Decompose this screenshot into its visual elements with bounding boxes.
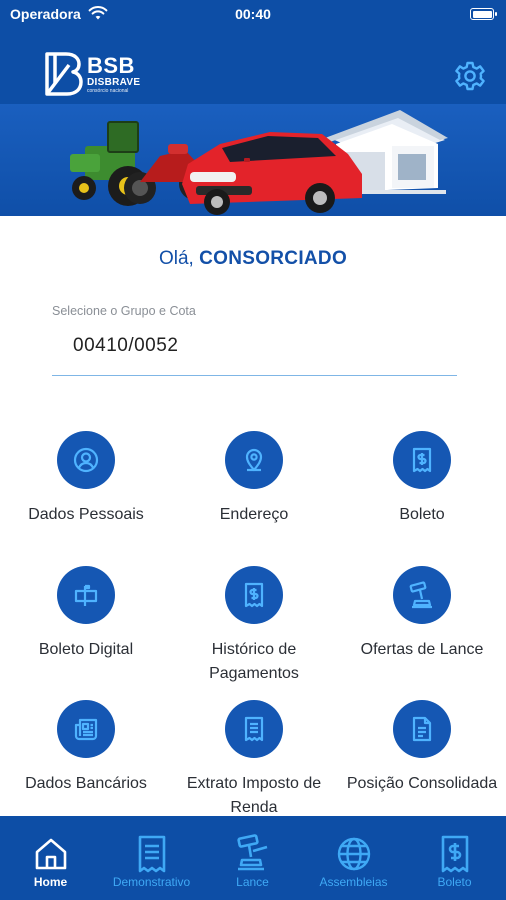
- tab-boleto[interactable]: Boleto: [404, 816, 505, 900]
- menu-item-dados-bancarios[interactable]: Dados Bancários: [2, 700, 170, 796]
- location-pin-icon: [225, 431, 283, 489]
- menu-item-endereco[interactable]: Endereço: [170, 431, 338, 527]
- greeting: Olá, CONSORCIADO: [0, 248, 506, 270]
- bottom-tab-bar: Home Demonstrativo Lance Assembleias Bol…: [0, 816, 506, 900]
- tab-label: Lance: [236, 875, 269, 889]
- group-quota-value[interactable]: 00410/0052: [73, 335, 457, 357]
- menu-item-label: Endereço: [219, 506, 289, 523]
- settings-button[interactable]: [454, 60, 486, 92]
- document-icon: [101, 832, 202, 876]
- menu-item-label: Ofertas de Lance: [360, 641, 484, 658]
- menu-item-label: Histórico de Pagamentos: [209, 641, 299, 682]
- tab-label: Assembleias: [319, 875, 388, 889]
- tab-label: Boleto: [437, 875, 472, 889]
- menu-item-extrato-imposto-renda[interactable]: Extrato Imposto de Renda: [170, 700, 338, 820]
- tab-label: Home: [33, 875, 68, 889]
- gavel-icon: [393, 566, 451, 624]
- tab-home[interactable]: Home: [0, 816, 101, 900]
- tab-assembleias[interactable]: Assembleias: [303, 816, 404, 900]
- document-icon: [225, 700, 283, 758]
- carrier-label: Operadora: [10, 6, 81, 22]
- menu-item-label: Extrato Imposto de Renda: [186, 775, 322, 816]
- menu-item-label: Dados Pessoais: [28, 506, 144, 523]
- file-text-icon: [393, 700, 451, 758]
- status-bar: Operadora 00:40: [0, 0, 506, 30]
- menu-item-boleto[interactable]: Boleto: [338, 431, 506, 527]
- menu-item-label: Boleto Digital: [38, 641, 134, 658]
- vehicles-banner-illustration: [70, 110, 448, 215]
- battery-fill: [472, 10, 492, 18]
- menu-item-historico-pagamentos[interactable]: Histórico de Pagamentos: [170, 566, 338, 686]
- logo-text: BSB: [87, 52, 135, 78]
- menu-item-posicao-consolidada[interactable]: Posição Consolidada: [338, 700, 506, 796]
- greeting-prefix: Olá,: [158, 248, 194, 269]
- menu-item-label: Boleto: [399, 506, 445, 523]
- gavel-icon: [202, 832, 303, 876]
- globe-icon: [303, 832, 404, 876]
- tab-demonstrativo[interactable]: Demonstrativo: [101, 816, 202, 900]
- hero-banner: [0, 104, 506, 216]
- battery-icon: [470, 8, 497, 20]
- receipt-dollar-icon: [393, 431, 451, 489]
- home-icon: [0, 832, 101, 876]
- gear-icon: [455, 61, 485, 91]
- logo-tagline: consórcio nacional: [87, 87, 129, 94]
- logo-subtext: DISBRAVE: [87, 76, 141, 88]
- mailbox-icon: [57, 566, 115, 624]
- newspaper-icon: [57, 700, 115, 758]
- menu-item-ofertas-lance[interactable]: Ofertas de Lance: [338, 566, 506, 662]
- greeting-name: CONSORCIADO: [199, 248, 348, 269]
- menu-item-label: Posição Consolidada: [346, 775, 498, 792]
- brand-logo: BSB DISBRAVE consórcio nacional: [44, 52, 140, 96]
- wifi-icon: [88, 5, 108, 26]
- menu-item-label: Dados Bancários: [25, 775, 147, 792]
- user-icon: [57, 431, 115, 489]
- tab-lance[interactable]: Lance: [202, 816, 303, 900]
- menu-item-dados-pessoais[interactable]: Dados Pessoais: [2, 431, 170, 527]
- group-quota-select[interactable]: Selecione o Grupo e Cota 00410/0052: [52, 304, 457, 376]
- receipt-dollar-icon: [225, 566, 283, 624]
- car-illustration: [182, 132, 362, 215]
- logo-mark-icon: [45, 52, 83, 96]
- receipt-dollar-icon: [404, 832, 505, 876]
- group-quota-label: Selecione o Grupo e Cota: [52, 304, 196, 318]
- menu-item-boleto-digital[interactable]: Boleto Digital: [2, 566, 170, 662]
- app-header: BSB DISBRAVE consórcio nacional: [0, 30, 506, 104]
- tab-label: Demonstrativo: [112, 875, 191, 889]
